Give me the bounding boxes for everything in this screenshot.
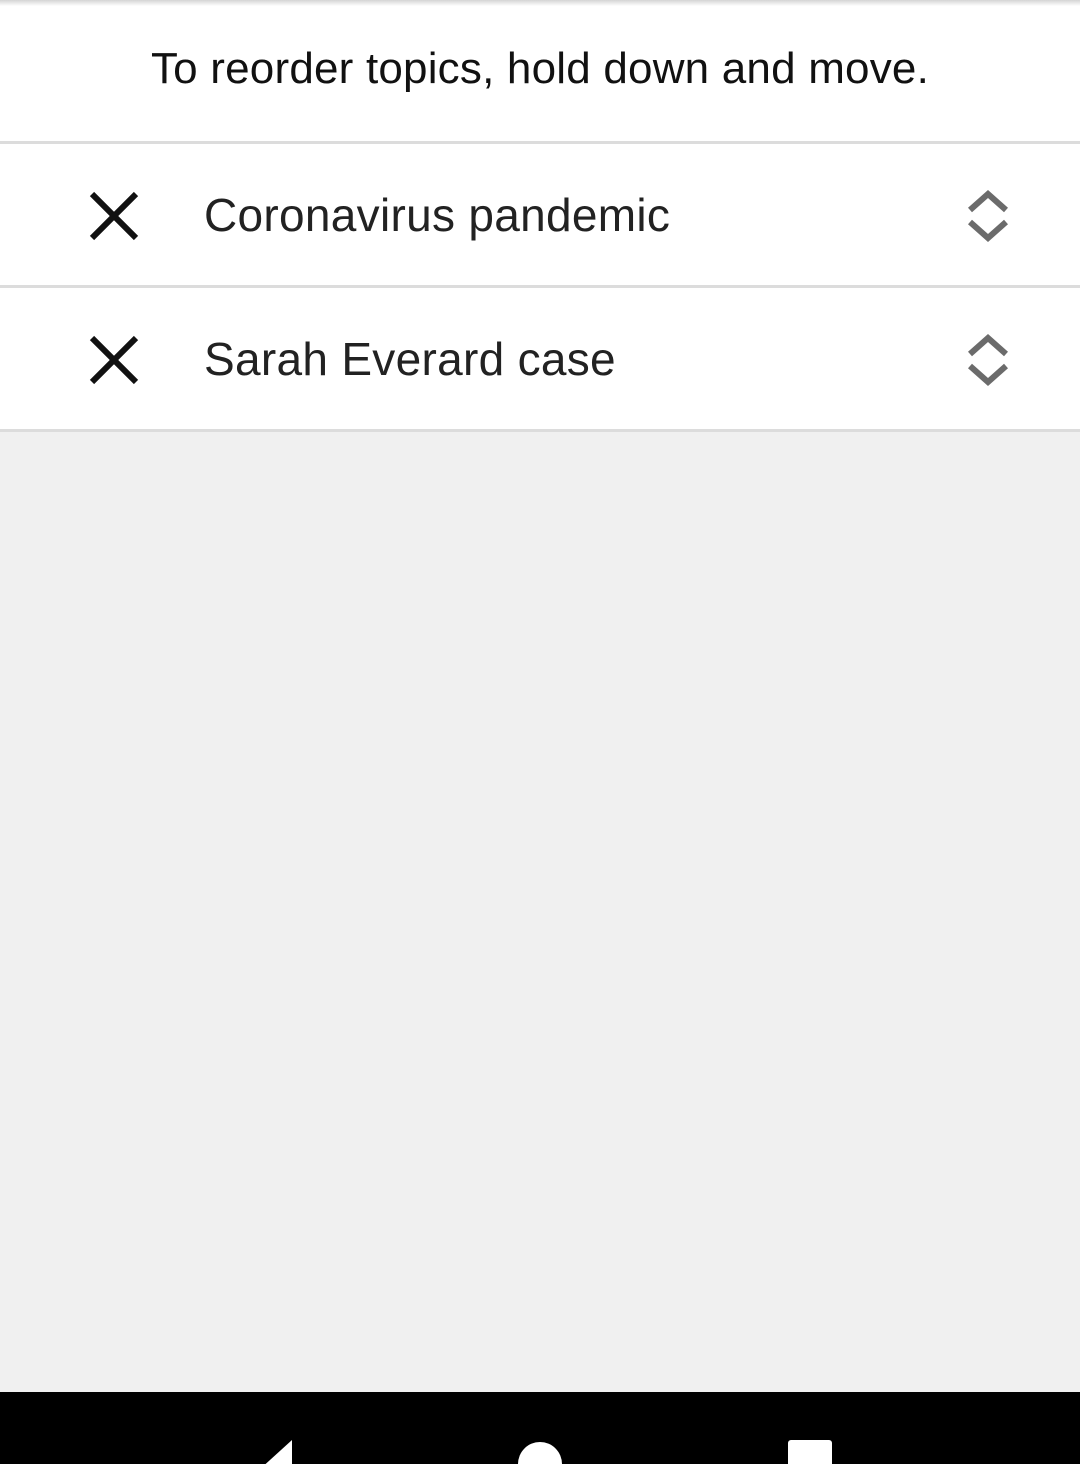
topic-label: Sarah Everard case bbox=[204, 332, 616, 385]
reorder-icon bbox=[968, 189, 1008, 243]
topic-list: Coronavirus pandemic Sarah Everard case bbox=[0, 141, 1080, 432]
instruction-header: To reorder topics, hold down and move. bbox=[0, 0, 1080, 141]
nav-back-button[interactable] bbox=[240, 1440, 300, 1464]
back-icon bbox=[265, 1440, 292, 1464]
topic-label: Coronavirus pandemic bbox=[204, 188, 671, 241]
topics-reorder-screen: To reorder topics, hold down and move. C… bbox=[0, 0, 1080, 1464]
reorder-icon bbox=[968, 333, 1008, 387]
reorder-handle[interactable] bbox=[960, 332, 1016, 388]
close-icon bbox=[89, 191, 139, 241]
remove-topic-button[interactable] bbox=[84, 333, 144, 387]
nav-home-button[interactable] bbox=[516, 1440, 564, 1464]
system-navigation-bar bbox=[0, 1392, 1080, 1464]
top-shadow bbox=[0, 0, 1080, 6]
recents-icon bbox=[788, 1440, 832, 1464]
topic-row[interactable]: Sarah Everard case bbox=[0, 288, 1080, 432]
close-icon bbox=[89, 335, 139, 385]
home-icon bbox=[518, 1442, 562, 1464]
reorder-handle[interactable] bbox=[960, 188, 1016, 244]
remove-topic-button[interactable] bbox=[84, 189, 144, 243]
topic-row[interactable]: Coronavirus pandemic bbox=[0, 144, 1080, 288]
reorder-instruction-text: To reorder topics, hold down and move. bbox=[150, 43, 930, 93]
nav-recents-button[interactable] bbox=[786, 1440, 834, 1464]
